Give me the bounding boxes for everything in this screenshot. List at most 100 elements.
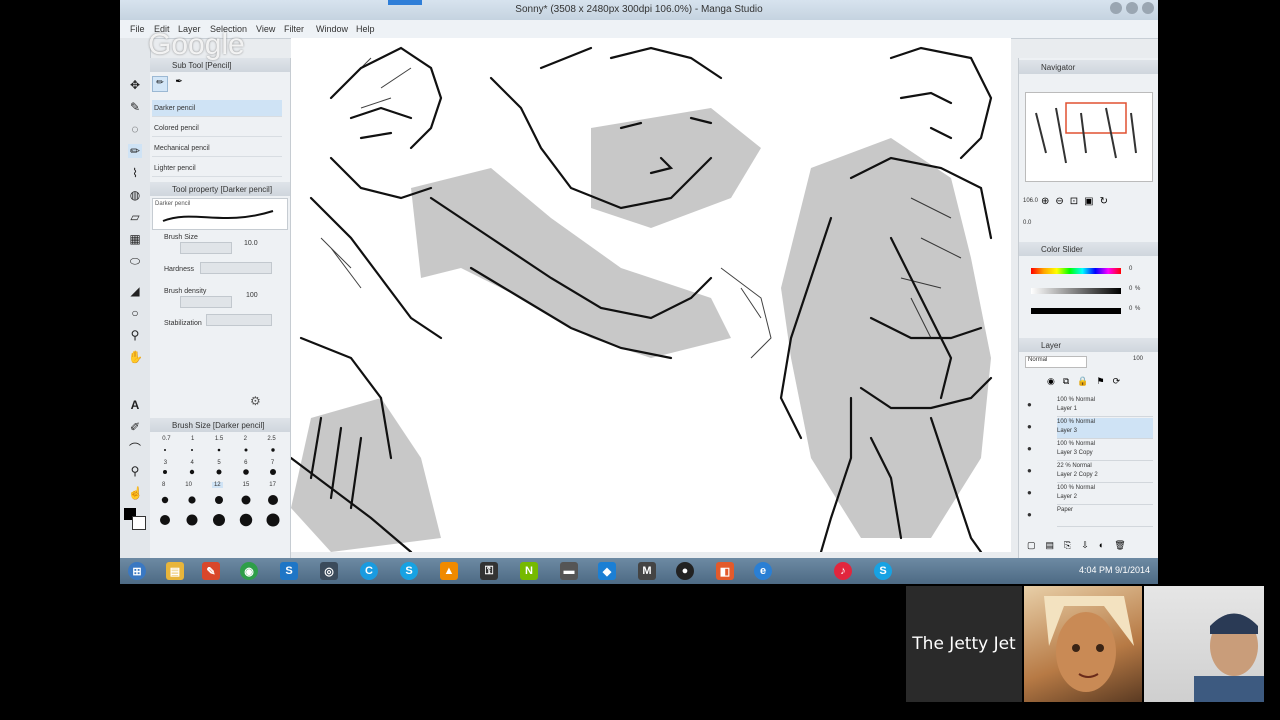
app-icon[interactable]: ◧	[716, 562, 734, 580]
eraser-tool-icon[interactable]: ▱	[128, 210, 142, 224]
rotate-icon[interactable]: ↻	[1100, 196, 1108, 207]
hardness-slider[interactable]	[200, 262, 272, 274]
hand-tool-icon[interactable]: ✋	[128, 350, 143, 364]
menu-help[interactable]: Help	[356, 24, 375, 34]
windows-taskbar: ⊞ ▤ ✎ ◉ S ◎ C S ▲ ⚿ N ▬ ◆ M ● ◧ e ♪ S 4:…	[120, 558, 1158, 584]
balloon-tool-icon[interactable]: ✐	[128, 420, 142, 434]
rotate-value: 0.0	[1023, 220, 1032, 226]
usb-icon[interactable]: ⚿	[480, 562, 498, 580]
blend-mode-select[interactable]: Normal	[1025, 356, 1087, 368]
layer-row[interactable]: 100 % Normal Layer 2	[1057, 484, 1153, 505]
airbrush-tool-icon[interactable]: ◍	[128, 188, 142, 202]
layer-opacity[interactable]: 100	[1133, 356, 1143, 362]
skype-icon-2[interactable]: S	[400, 562, 418, 580]
trash-icon[interactable]: 🗑	[1114, 540, 1125, 551]
actual-size-icon[interactable]: ▣	[1084, 196, 1093, 207]
zoom-out-icon[interactable]: ⊖	[1055, 196, 1063, 207]
saturation-slider[interactable]	[1031, 288, 1121, 294]
ccleaner-icon[interactable]: C	[360, 562, 378, 580]
hue-slider[interactable]	[1031, 268, 1121, 274]
move-tool-icon[interactable]: ✥	[128, 78, 142, 92]
layer-row-selected[interactable]: 100 % Normal Layer 3	[1057, 418, 1153, 439]
obs-icon[interactable]: ●	[676, 562, 694, 580]
brush-tool-icon[interactable]: ⌇	[128, 166, 142, 180]
fit-icon[interactable]: ⊡	[1070, 196, 1078, 207]
nvidia-icon[interactable]: N	[520, 562, 538, 580]
layer-clip-icon[interactable]: ⧉	[1063, 376, 1069, 387]
eye-icon[interactable]: ●	[1027, 510, 1037, 520]
eye-icon[interactable]: ●	[1027, 422, 1037, 432]
zoom-tool-icon[interactable]: ⚲	[128, 328, 142, 342]
steam-icon[interactable]: ◎	[320, 562, 338, 580]
layer-color-icon[interactable]: ⟳	[1113, 376, 1121, 387]
stabilization-slider[interactable]	[206, 314, 272, 326]
drawing-canvas[interactable]	[291, 38, 1011, 552]
skype-icon-3[interactable]: S	[874, 562, 892, 580]
new-layer-icon[interactable]: ▢	[1027, 540, 1036, 551]
layer-row[interactable]: 100 % Normal Layer 1	[1057, 396, 1153, 417]
layer-row[interactable]: 22 % Normal Layer 2 Copy 2	[1057, 462, 1153, 483]
avatar-artwork-thumbnail[interactable]	[1024, 586, 1142, 702]
fill-tool-icon[interactable]: ◢	[128, 284, 142, 298]
sub-tool-item[interactable]: Lighter pencil	[152, 160, 282, 177]
maximize-button[interactable]	[1126, 2, 1138, 14]
brush-size-slider[interactable]	[180, 242, 232, 254]
search-icon[interactable]: ⚲	[128, 464, 142, 478]
eye-icon[interactable]: ●	[1027, 444, 1037, 454]
brush-density-slider[interactable]	[180, 296, 232, 308]
ie-icon[interactable]: e	[754, 562, 772, 580]
pen-group-icon[interactable]: ✒	[172, 76, 186, 90]
pencil-group-icon[interactable]: ✏	[152, 76, 168, 92]
file-explorer-icon[interactable]: ▤	[166, 562, 184, 580]
layer-row[interactable]: Paper	[1057, 506, 1153, 527]
gradient-tool-icon[interactable]: ▦	[128, 232, 142, 246]
navigator-controls: ⊕ ⊖ ⊡ ▣ ↻	[1041, 196, 1108, 207]
layer-mask-icon[interactable]: ◉	[1047, 376, 1055, 387]
lasso-tool-icon[interactable]: ◌	[128, 122, 142, 136]
new-folder-icon[interactable]: ▤	[1046, 540, 1055, 551]
left-panel: Sub Tool [Pencil] ✏ ✒ Darker pencil Colo…	[150, 58, 291, 558]
chrome-icon[interactable]: ◉	[240, 562, 258, 580]
eye-icon[interactable]: ●	[1027, 466, 1037, 476]
menu-view[interactable]: View	[256, 24, 275, 34]
brightness-slider[interactable]	[1031, 308, 1121, 314]
merge-icon[interactable]: ⇩	[1081, 540, 1089, 551]
menu-file[interactable]: File	[130, 24, 145, 34]
minimize-button[interactable]	[1110, 2, 1122, 14]
webcam-thumbnail[interactable]	[1144, 586, 1264, 706]
mask-icon[interactable]: ◐	[1099, 540, 1104, 551]
ellipse-tool-icon[interactable]: ○	[128, 306, 142, 320]
layer-row[interactable]: 100 % Normal Layer 3 Copy	[1057, 440, 1153, 461]
sub-color-swatch[interactable]	[132, 516, 146, 530]
start-orb-icon[interactable]: ⊞	[128, 562, 146, 580]
sub-tool-item[interactable]: Darker pencil	[152, 100, 282, 117]
gear-icon[interactable]: ⚙	[250, 394, 261, 408]
zoom-in-icon[interactable]: ⊕	[1041, 196, 1049, 207]
brush-density-value: 100	[246, 292, 258, 299]
copy-layer-icon[interactable]: ⎘	[1064, 540, 1071, 551]
manga-studio-icon[interactable]: M	[638, 562, 656, 580]
vlc-icon[interactable]: ▲	[440, 562, 458, 580]
skype-icon[interactable]: S	[280, 562, 298, 580]
itunes-icon[interactable]: ♪	[834, 562, 852, 580]
text-tool-icon[interactable]: A	[128, 398, 142, 412]
eyedropper-tool-icon[interactable]: ✎	[128, 100, 142, 114]
close-button[interactable]	[1142, 2, 1154, 14]
grab-icon[interactable]: ☝	[128, 486, 143, 500]
shape-tool-icon[interactable]: ⬭	[128, 254, 142, 268]
menu-filter[interactable]: Filter	[284, 24, 304, 34]
lock-icon[interactable]: 🔒	[1077, 376, 1088, 387]
sub-tool-item[interactable]: Mechanical pencil	[152, 140, 282, 157]
navigator-thumbnail[interactable]	[1025, 92, 1153, 182]
eye-icon[interactable]: ●	[1027, 488, 1037, 498]
ruler-tool-icon[interactable]: ⌒	[128, 442, 142, 456]
webcam-person	[1194, 613, 1264, 706]
pencil-tool-icon[interactable]: ✏	[128, 144, 142, 158]
layer-ref-icon[interactable]: ⚑	[1097, 376, 1105, 387]
paint-icon[interactable]: ✎	[202, 562, 220, 580]
menu-window[interactable]: Window	[316, 24, 348, 34]
sub-tool-item[interactable]: Colored pencil	[152, 120, 282, 137]
flash-icon[interactable]: ▬	[560, 562, 578, 580]
eye-icon[interactable]: ●	[1027, 400, 1037, 410]
dropbox-icon[interactable]: ◆	[598, 562, 616, 580]
